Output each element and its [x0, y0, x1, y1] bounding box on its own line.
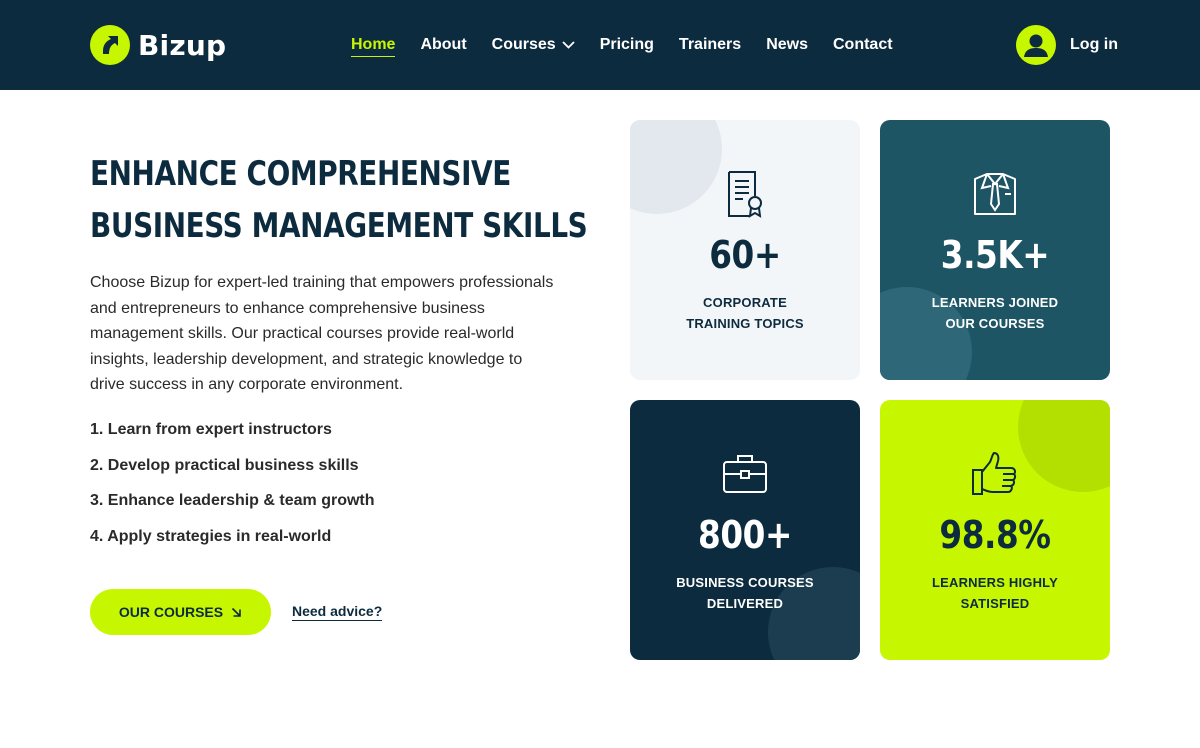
stat-label: BUSINESS COURSES DELIVERED [630, 572, 860, 614]
nav-item-trainers[interactable]: Trainers [679, 33, 741, 57]
stat-label-line: CORPORATE [703, 295, 787, 310]
nav-item-home[interactable]: Home [351, 33, 396, 57]
feature-item: 4. Apply strategies in real-world [90, 528, 332, 546]
nav-item-pricing[interactable]: Pricing [600, 33, 654, 57]
stat-value: 3.5K+ [940, 233, 1050, 277]
stat-label: LEARNERS HIGHLY SATISFIED [880, 572, 1110, 614]
thumbs-up-icon [972, 452, 1017, 495]
shirt-tie-icon [974, 173, 1016, 215]
brand-logo[interactable]: Bizup [90, 25, 226, 65]
certificate-icon [728, 171, 762, 218]
stat-label-line: LEARNERS HIGHLY [931, 575, 1059, 590]
stat-label-line: TRAINING TOPICS [686, 316, 804, 331]
feature-item: 2. Develop practical business skills [90, 456, 359, 474]
logo-arrow-icon [90, 25, 130, 65]
our-courses-button[interactable]: OUR COURSES [90, 589, 271, 635]
stat-card-training-topics: 60+ CORPORATE TRAINING TOPICS [630, 120, 860, 380]
feature-list: 1. Learn from expert instructors 2. Deve… [90, 420, 375, 563]
stat-label: CORPORATE TRAINING TOPICS [630, 292, 860, 334]
feature-item: 1. Learn from expert instructors [90, 421, 332, 438]
stat-label-line: SATISFIED [960, 596, 1030, 611]
stat-value: 60+ [709, 233, 781, 277]
feature-item: 3. Enhance leadership & team growth [90, 492, 375, 510]
briefcase-icon [723, 455, 767, 493]
user-avatar-icon [1016, 25, 1057, 65]
chevron-down-icon [562, 41, 575, 49]
hero-title-line-2: BUSINESS MANAGEMENT SKILLS [90, 206, 588, 246]
card-decoration [1018, 400, 1110, 492]
nav-item-news[interactable]: News [766, 33, 808, 57]
stat-card-courses-delivered: 800+ BUSINESS COURSES DELIVERED [630, 400, 860, 660]
stat-value: 98.8% [939, 513, 1051, 557]
arrow-down-right-icon [232, 607, 241, 617]
nav-item-courses[interactable]: Courses [492, 33, 575, 57]
hero-description: Choose Bizup for expert-led training tha… [90, 274, 554, 394]
stat-label-line: DELIVERED [706, 596, 784, 611]
stat-label-line: LEARNERS JOINED [931, 295, 1059, 310]
brand-name: Bizup [138, 28, 227, 62]
need-advice-link[interactable]: Need advice? [292, 603, 383, 621]
hero-title: ENHANCE COMPREHENSIVE BUSINESS MANAGEMEN… [90, 148, 598, 252]
main-nav: Home About Courses Pricing Trainers News… [351, 33, 918, 57]
stat-label: LEARNERS JOINED OUR COURSES [880, 292, 1110, 334]
our-courses-button-label: OUR COURSES [118, 604, 224, 620]
nav-item-courses-label: Courses [491, 36, 556, 53]
stat-label-line: BUSINESS COURSES [676, 575, 814, 590]
stat-label-line: OUR COURSES [945, 316, 1045, 331]
site-header: Bizup Home About Courses Pricing Trainer… [0, 0, 1200, 90]
stat-value: 800+ [698, 513, 792, 557]
account-area[interactable]: Log in [1016, 25, 1118, 65]
stat-card-learners-satisfied: 98.8% LEARNERS HIGHLY SATISFIED [880, 400, 1110, 660]
nav-item-about[interactable]: About [420, 33, 466, 57]
login-link[interactable]: Log in [1070, 36, 1118, 54]
hero-title-line-1: ENHANCE COMPREHENSIVE [90, 154, 511, 194]
stat-card-learners-joined: 3.5K+ LEARNERS JOINED OUR COURSES [880, 120, 1110, 380]
nav-item-contact[interactable]: Contact [833, 33, 893, 57]
card-decoration [630, 120, 722, 214]
